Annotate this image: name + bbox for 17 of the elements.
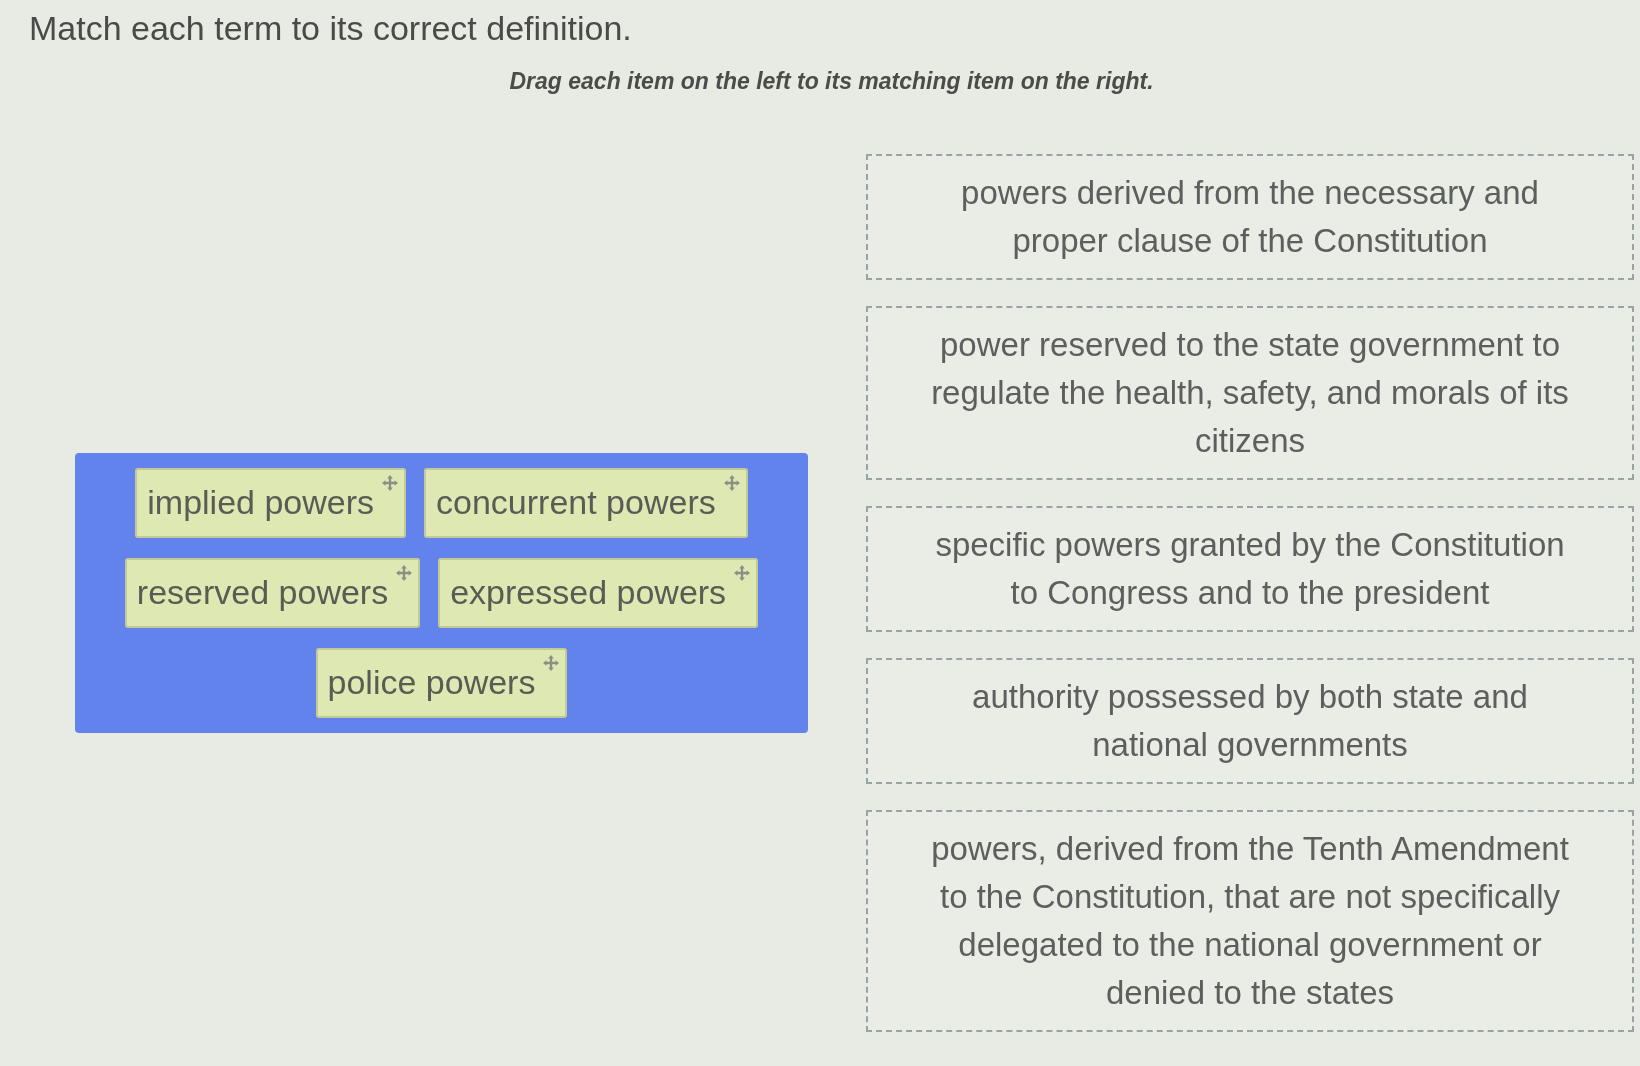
drop-target[interactable]: specific powers granted by the Constitution to Congress and to the president: [866, 506, 1634, 632]
drop-target[interactable]: authority possessed by both state and national governments: [866, 658, 1634, 784]
move-icon: [734, 565, 751, 581]
move-icon: [543, 655, 560, 671]
move-icon: [382, 475, 399, 491]
term-tile[interactable]: police powers: [315, 648, 568, 718]
drop-target[interactable]: powers derived from the necessary and proper clause of the Constitution: [866, 154, 1634, 280]
term-tile[interactable]: expressed powers: [438, 558, 759, 628]
instruction-text: Drag each item on the left to its matching item on the right.: [509, 67, 1154, 96]
move-icon: [723, 475, 740, 491]
drop-target[interactable]: power reserved to the state government to regulate the health, safety, and morals of its citizens: [866, 306, 1634, 480]
move-icon: [396, 565, 413, 581]
question-title: Match each term to its correct definition.: [29, 8, 632, 48]
drop-target[interactable]: powers, derived from the Tenth Amendment to the Constitution, that are not specifically delegated to the national government or denied to the states: [866, 810, 1634, 1032]
term-tile[interactable]: concurrent powers: [424, 468, 748, 538]
term-tile[interactable]: implied powers: [135, 468, 407, 538]
term-tile[interactable]: reserved powers: [124, 558, 421, 628]
